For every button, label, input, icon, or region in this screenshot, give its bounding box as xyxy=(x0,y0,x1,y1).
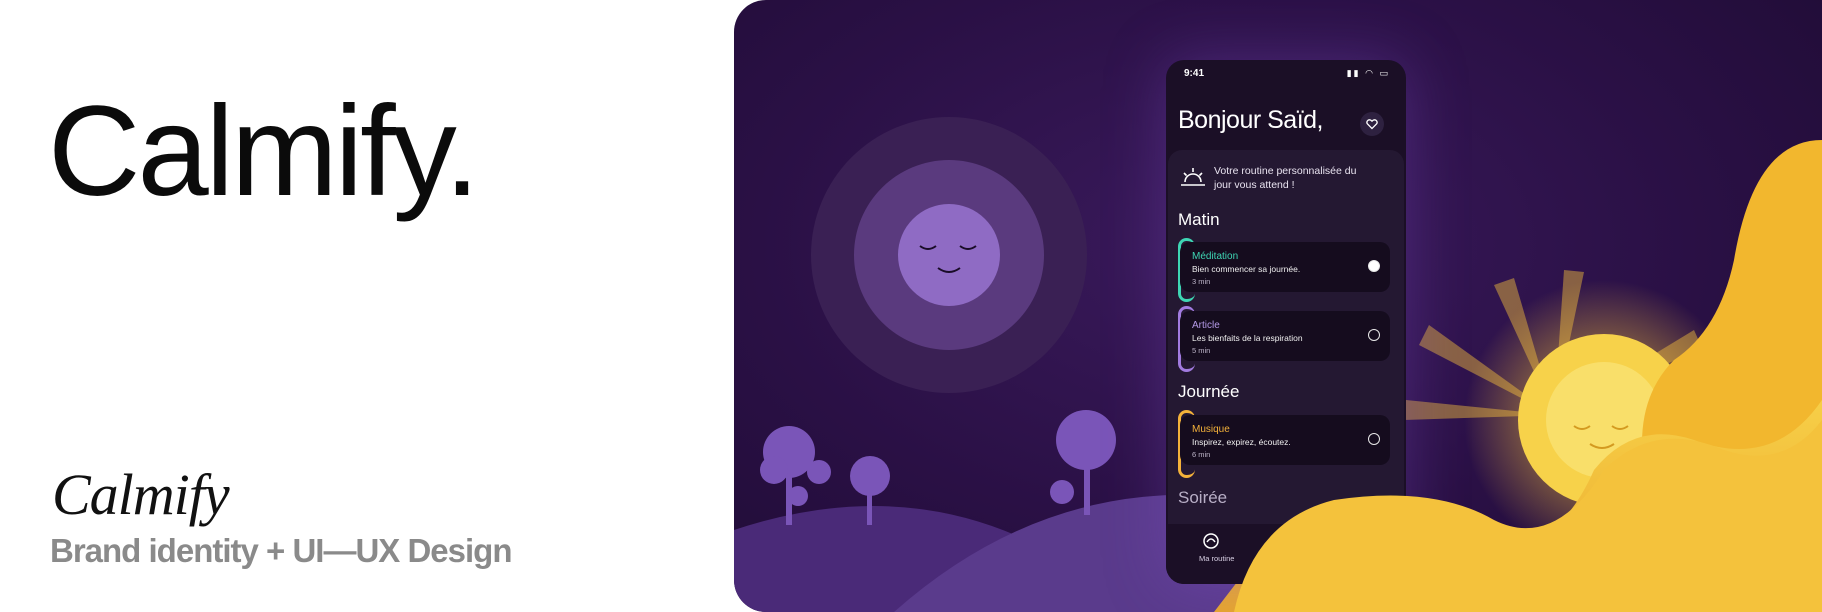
item-description: Inspirez, expirez, écoutez. xyxy=(1192,437,1291,447)
brand-panel: Calmify. Calmify Brand identity + UI—UX … xyxy=(0,0,720,612)
routine-icon xyxy=(1203,533,1219,549)
status-icons: ▮▮ ◠ ▭ xyxy=(1346,68,1390,78)
routine-item-article[interactable]: Article Les bienfaits de la respiration … xyxy=(1180,311,1390,361)
item-duration: 5 min xyxy=(1192,346,1211,355)
routine-item-meditation[interactable]: Méditation Bien commencer sa journée. 3 … xyxy=(1180,242,1390,292)
item-description: Les bienfaits de la respiration xyxy=(1192,333,1303,343)
section-journee: Journée xyxy=(1178,382,1240,401)
sunrise-icon xyxy=(1181,168,1205,186)
brand-script-name: Calmify xyxy=(52,462,230,527)
complete-checkbox[interactable] xyxy=(1368,329,1380,341)
routine-item-musique[interactable]: Musique Inspirez, expirez, écoutez. 6 mi… xyxy=(1180,415,1390,465)
sparkle-icon xyxy=(1279,533,1295,549)
status-time: 9:41 xyxy=(1184,68,1205,79)
nav-routine-label: Ma routine xyxy=(1199,554,1235,563)
complete-checkbox[interactable] xyxy=(1368,260,1380,272)
brand-subtitle: Brand identity + UI—UX Design xyxy=(50,532,512,569)
nav-routine[interactable] xyxy=(1202,532,1220,555)
heart-icon xyxy=(1366,119,1378,130)
section-soiree: Soirée xyxy=(1178,488,1228,507)
item-description: Bien commencer sa journée. xyxy=(1192,264,1301,274)
item-duration: 6 min xyxy=(1192,450,1211,459)
brand-logo-text: Calmify. xyxy=(48,80,480,223)
hero-illustration: 9:41 ▮▮ ◠ ▭ Bonjour Saïd, Votre routine … xyxy=(734,0,1822,612)
phone-mockup: 9:41 ▮▮ ◠ ▭ Bonjour Saïd, Votre routine … xyxy=(1166,60,1406,584)
greeting: Bonjour Saïd, xyxy=(1178,106,1324,134)
moon-icon xyxy=(811,117,1087,393)
section-matin: Matin xyxy=(1178,210,1220,229)
nav-explore[interactable] xyxy=(1278,532,1296,555)
item-category: Musique xyxy=(1192,424,1230,435)
nav-explore-label: J'explore xyxy=(1270,554,1300,563)
complete-checkbox[interactable] xyxy=(1368,433,1380,445)
item-category: Méditation xyxy=(1192,251,1239,262)
routine-note: Votre routine personnalisée du jour vous… xyxy=(1214,165,1357,191)
tree-icon xyxy=(760,410,1116,525)
favorites-button[interactable] xyxy=(1360,112,1384,136)
bottom-nav: Ma routine J'explore xyxy=(1166,524,1406,584)
item-category: Article xyxy=(1192,320,1220,331)
item-duration: 3 min xyxy=(1192,277,1211,286)
